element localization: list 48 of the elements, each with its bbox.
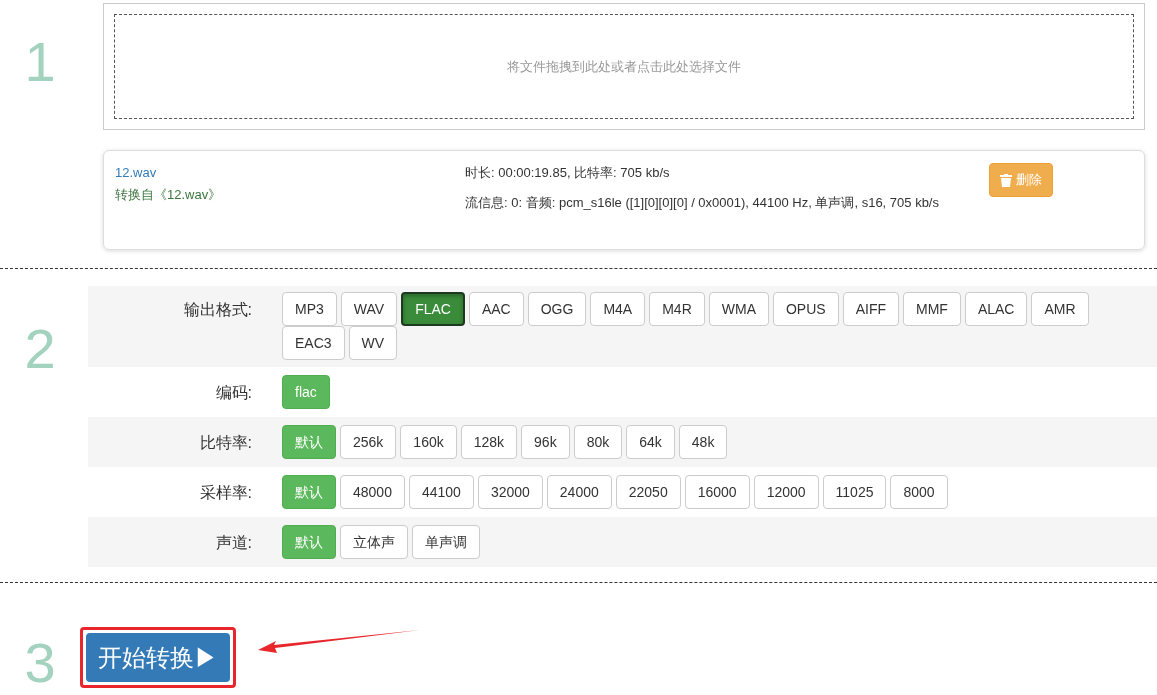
option-button[interactable]: MMF [903, 292, 961, 326]
step-number: 1 [24, 34, 56, 95]
option-button[interactable]: OPUS [773, 292, 839, 326]
duration-info: 时长: 00:00:19.85, 比特率: 705 kb/s [465, 164, 671, 182]
option-label: 编码: [215, 384, 252, 401]
option-button[interactable]: WAV [340, 292, 398, 326]
option-button[interactable]: AMR [1031, 292, 1089, 326]
start-button[interactable]: 开始转换▶ [86, 633, 230, 682]
option-label: 比特率: [199, 434, 252, 451]
option-button[interactable]: 11025 [822, 475, 887, 509]
option-button[interactable]: M4R [649, 292, 705, 326]
option-button[interactable]: 128k [460, 425, 518, 459]
option-button[interactable]: 44100 [408, 475, 474, 509]
option-button[interactable]: OGG [527, 292, 587, 326]
option-button[interactable]: WV [348, 326, 398, 360]
option-label: 输出格式: [183, 301, 252, 318]
option-button[interactable]: 单声调 [412, 525, 480, 559]
option-button[interactable]: 22050 [615, 475, 681, 509]
option-button[interactable]: 48k [678, 425, 728, 459]
option-button[interactable]: 96k [521, 425, 570, 459]
step-number: 2 [24, 321, 56, 382]
option-button[interactable]: FLAC [401, 292, 465, 326]
trash-icon [1000, 173, 1012, 187]
option-button[interactable]: 16000 [684, 475, 750, 509]
option-button[interactable]: 立体声 [340, 525, 408, 559]
drop-hint: 将文件拖拽到此处或者点击此处选择文件 [507, 57, 741, 76]
stream-info: 流信息: 0: 音频: pcm_s16le ([1][0][0][0] / 0x0001), 44100 Hz, 单声调, s16, 705 kb/s [465, 193, 940, 212]
option-button[interactable]: 12000 [753, 475, 819, 509]
option-label: 采样率: [199, 484, 252, 501]
option-button[interactable]: M4A [590, 292, 646, 326]
option-button[interactable]: WMA [708, 292, 769, 326]
option-button[interactable]: MP3 [282, 292, 337, 326]
file-source: 转换自《12.wav》 [115, 185, 223, 204]
option-button[interactable]: 64k [626, 425, 675, 459]
option-button[interactable]: 8000 [890, 475, 948, 509]
option-button[interactable]: 80k [573, 425, 623, 459]
file-name[interactable]: 12.wav [115, 163, 465, 183]
option-button[interactable]: ALAC [964, 292, 1028, 326]
option-button[interactable]: EAC3 [282, 326, 345, 360]
option-button[interactable]: 32000 [477, 475, 543, 509]
option-button[interactable]: 48000 [340, 475, 405, 509]
option-button[interactable]: AIFF [842, 292, 899, 326]
option-button[interactable]: AAC [468, 292, 524, 326]
option-button[interactable]: 24000 [546, 475, 612, 509]
option-label: 声道: [215, 534, 252, 551]
option-button[interactable]: 256k [340, 425, 397, 459]
option-button[interactable]: 160k [400, 425, 457, 459]
step-number: 3 [24, 635, 56, 691]
